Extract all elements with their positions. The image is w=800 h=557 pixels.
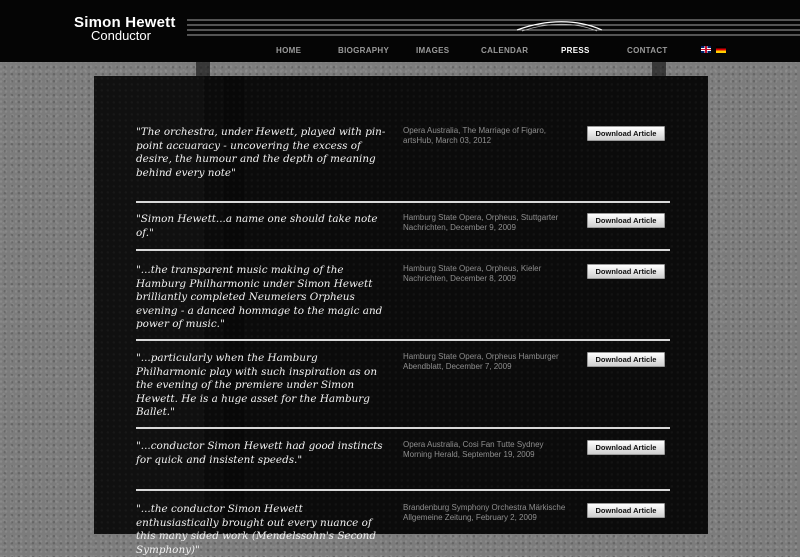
main-nav: HOME BIOGRAPHY IMAGES CALENDAR PRESS CON…	[0, 46, 800, 58]
download-article-button[interactable]: Download Article	[587, 264, 665, 279]
music-staff-decoration	[187, 19, 800, 36]
nav-home[interactable]: HOME	[276, 46, 301, 55]
nav-images[interactable]: IMAGES	[416, 46, 449, 55]
german-flag-icon[interactable]	[716, 46, 726, 53]
download-article-button[interactable]: Download Article	[587, 503, 665, 518]
press-source: Brandenburg Symphony Orchestra Märkische…	[403, 503, 566, 522]
site-header: Simon Hewett Conductor HOME BIOGRAPHY IM…	[0, 0, 800, 62]
press-panel: "The orchestra, under Hewett, played wit…	[94, 76, 708, 556]
press-quote: "...particularly when the Hamburg Philha…	[136, 352, 378, 418]
download-article-button[interactable]: Download Article	[587, 126, 665, 141]
press-source: Opera Australia, Cosi Fan Tutte Sydney M…	[403, 440, 544, 459]
press-source: Hamburg State Opera, Orpheus, Kieler Nac…	[403, 264, 542, 283]
download-article-button[interactable]: Download Article	[587, 440, 665, 455]
press-quote: "...conductor Simon Hewett had good inst…	[136, 440, 383, 466]
nav-biography[interactable]: BIOGRAPHY	[338, 46, 389, 55]
article-divider	[136, 249, 670, 251]
download-article-button[interactable]: Download Article	[587, 213, 665, 228]
nav-calendar[interactable]: CALENDAR	[481, 46, 528, 55]
press-quote: "...the transparent music making of the …	[136, 264, 383, 330]
article-divider	[136, 427, 670, 429]
press-quote: "The orchestra, under Hewett, played wit…	[136, 126, 386, 179]
uk-flag-icon[interactable]	[701, 46, 711, 53]
nav-press[interactable]: PRESS	[561, 46, 590, 55]
press-source: Opera Australia, The Marriage of Figaro,…	[403, 126, 547, 145]
article-divider	[136, 489, 670, 491]
site-logo[interactable]: Simon Hewett Conductor	[74, 15, 176, 42]
article-divider	[136, 201, 670, 203]
press-quote: "Simon Hewett...a name one should take n…	[136, 213, 378, 239]
press-source: Hamburg State Opera, Orpheus Hamburger A…	[403, 352, 559, 371]
download-article-button[interactable]: Download Article	[587, 352, 665, 367]
press-quote: "...the conductor Simon Hewett enthusias…	[136, 503, 377, 556]
logo-role: Conductor	[91, 28, 151, 43]
article-divider	[136, 339, 670, 341]
nav-contact[interactable]: CONTACT	[627, 46, 668, 55]
press-source: Hamburg State Opera, Orpheus, Stuttgarte…	[403, 213, 559, 232]
